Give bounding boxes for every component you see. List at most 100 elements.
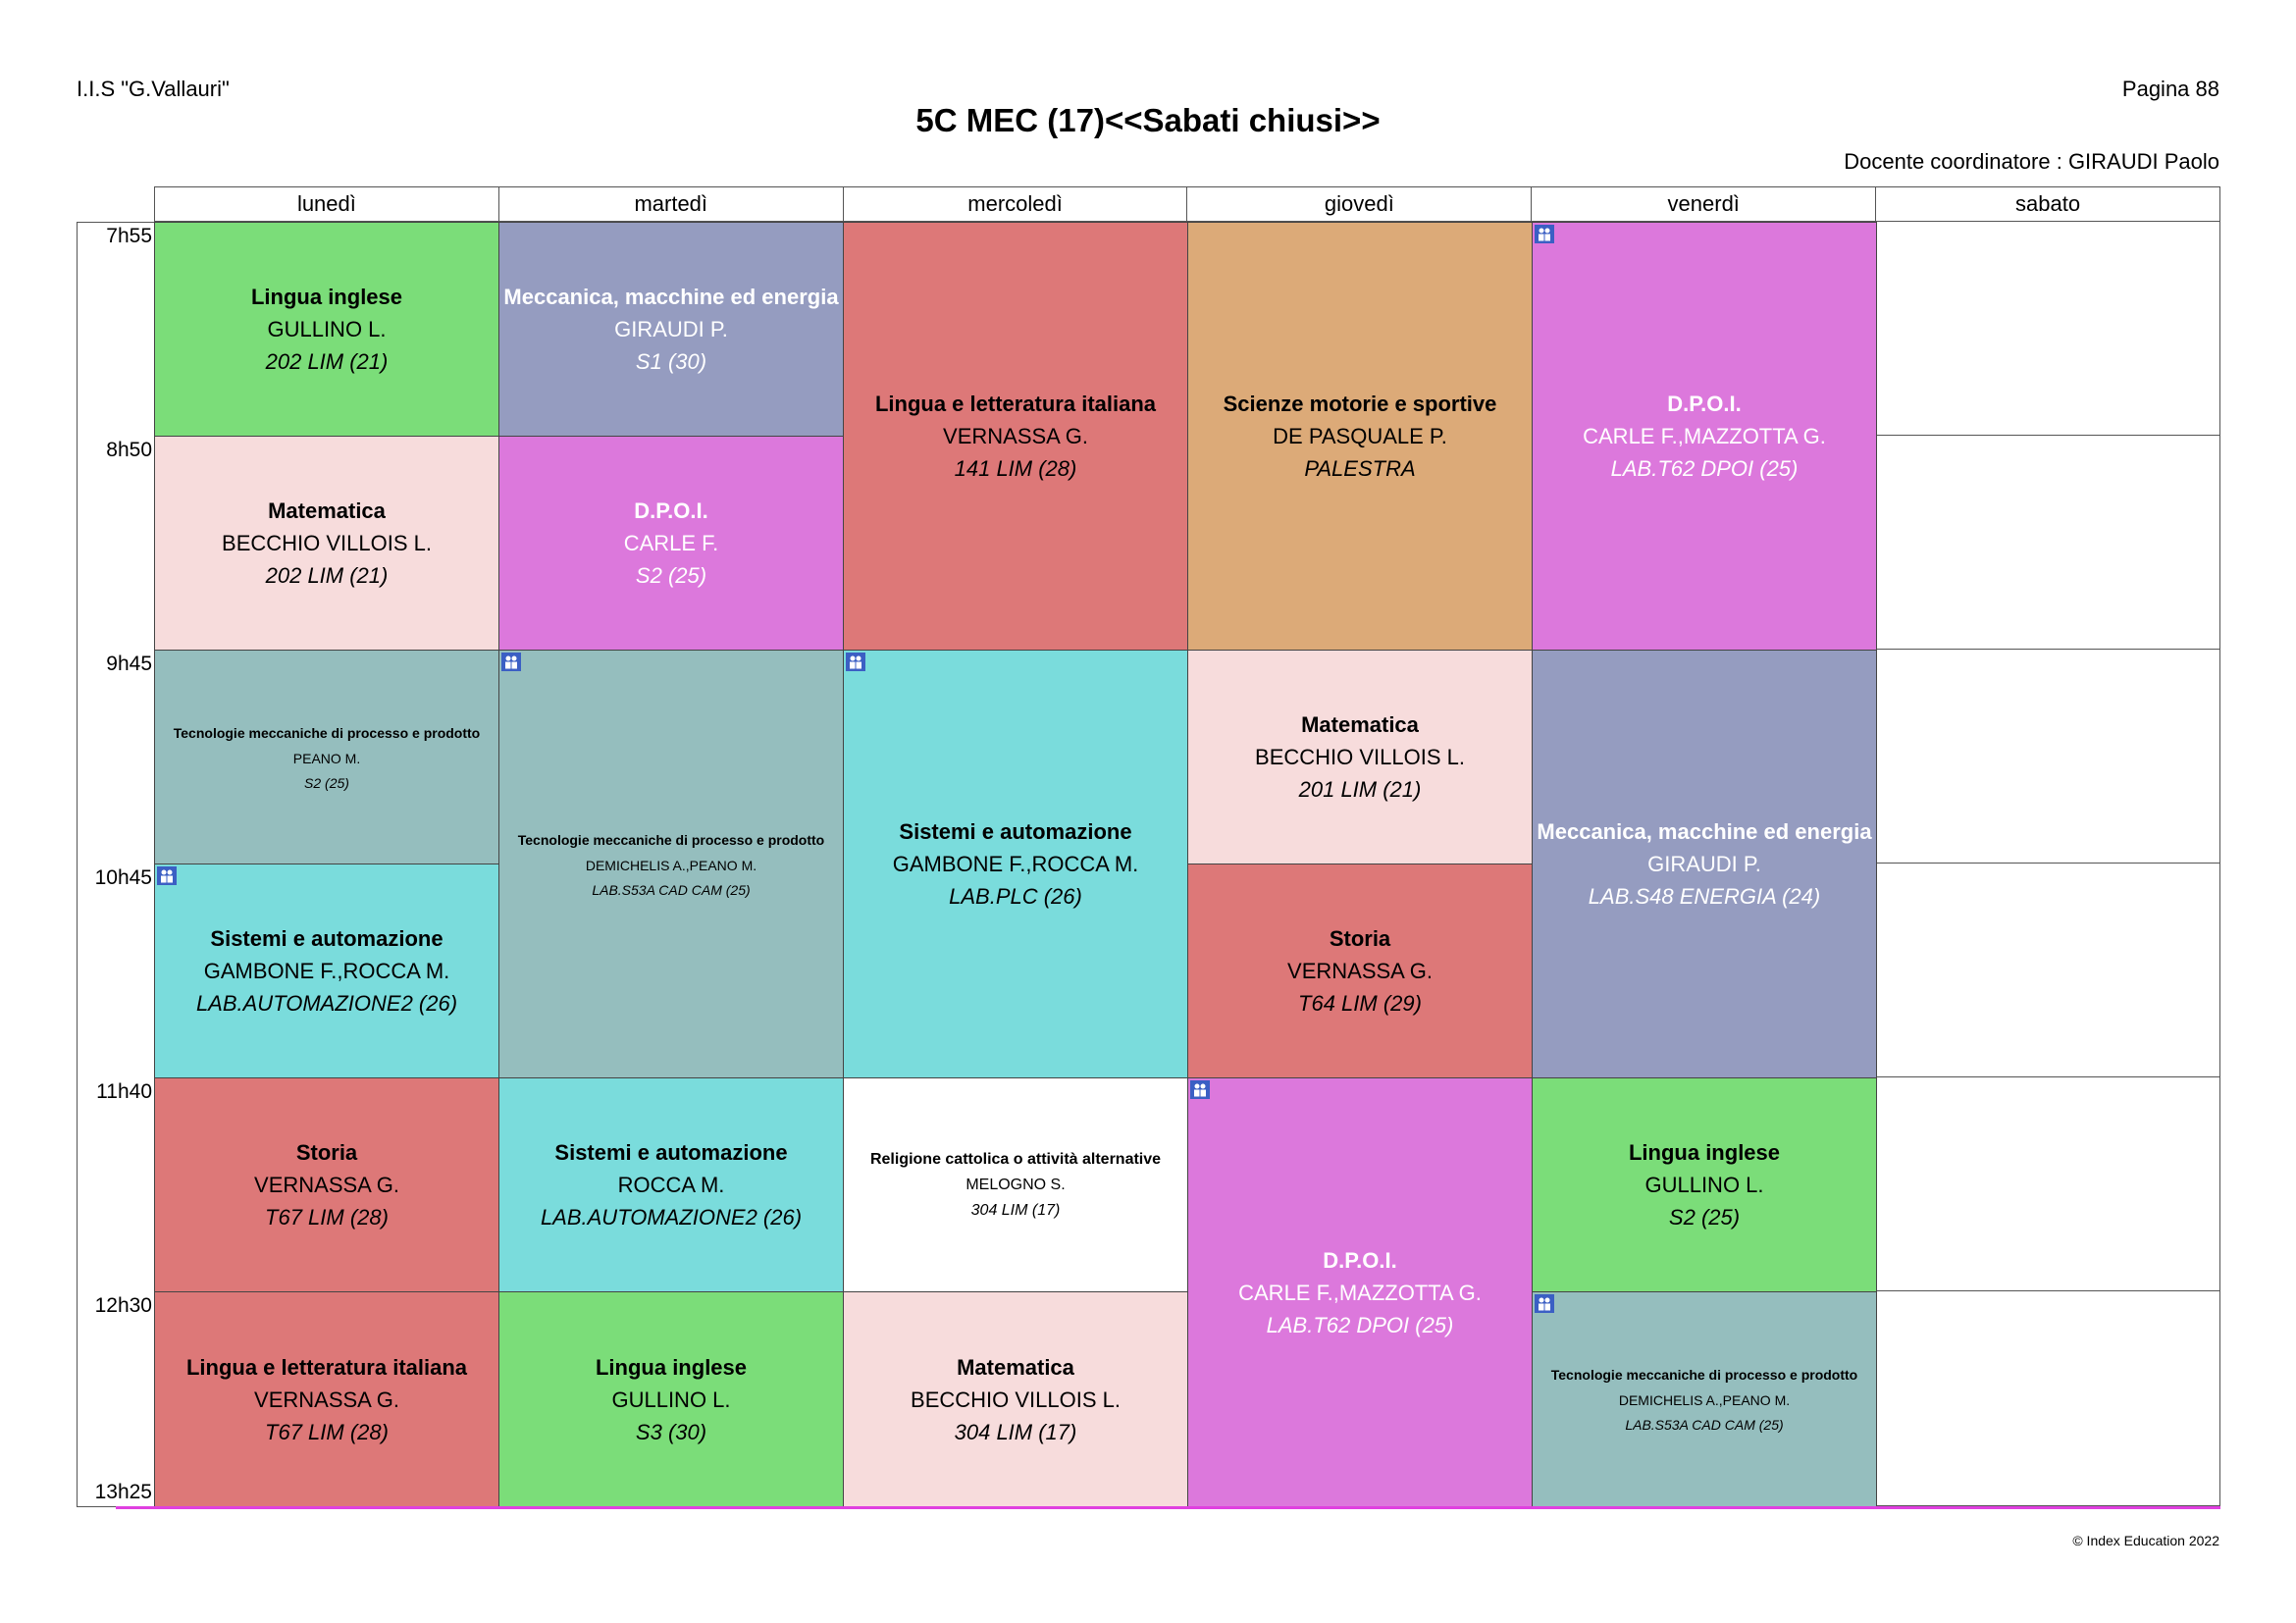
lesson-block[interactable]: Religione cattolica o attività alternati… — [843, 1077, 1188, 1292]
time-label: 9h45 — [106, 653, 152, 675]
lesson-block[interactable]: Scienze motorie e sportive DE PASQUALE P… — [1187, 222, 1533, 651]
time-label: 10h45 — [94, 866, 152, 889]
lesson-room: T64 LIM (29) — [1298, 991, 1422, 1016]
lesson-teacher: GULLINO L. — [611, 1387, 731, 1412]
page-title: 5C MEC (17)<<Sabati chiusi>> — [915, 102, 1381, 138]
lesson-teacher: BECCHIO VILLOIS L. — [911, 1387, 1121, 1412]
lesson-subject: Sistemi e automazione — [899, 819, 1132, 844]
lesson-teacher: CARLE F.,MAZZOTTA G. — [1238, 1280, 1482, 1305]
lesson-room: 141 LIM (28) — [954, 456, 1077, 481]
lesson-subject: Matematica — [268, 498, 386, 523]
lesson-block[interactable]: Matematica BECCHIO VILLOIS L. 304 LIM (1… — [843, 1291, 1188, 1507]
lesson-subject: Lingua inglese — [595, 1354, 748, 1380]
lesson-teacher: DE PASQUALE P. — [1273, 424, 1447, 448]
lesson-room: LAB.T62 DPOI (25) — [1266, 1312, 1454, 1337]
lesson-room: LAB.AUTOMAZIONE2 (26) — [195, 991, 458, 1016]
lesson-block[interactable]: Lingua inglese GULLINO L. S3 (30) — [498, 1291, 844, 1507]
lesson-teacher: VERNASSA G. — [943, 424, 1088, 448]
lesson-room: LAB.S53A CAD CAM (25) — [592, 881, 751, 898]
lesson-block[interactable]: Sistemi e automazione ROCCA M. LAB.AUTOM… — [498, 1077, 844, 1292]
coordinator-label: Docente coordinatore : GIRAUDI Paolo — [1844, 149, 2219, 174]
time-label: 11h40 — [96, 1080, 152, 1103]
time-label: 13h25 — [94, 1481, 152, 1503]
lesson-block[interactable]: Storia VERNASSA G. T67 LIM (28) — [154, 1077, 499, 1292]
group-icon — [1535, 225, 1554, 243]
lesson-teacher: VERNASSA G. — [1287, 959, 1433, 983]
lesson-subject: Lingua e letteratura italiana — [874, 392, 1157, 416]
lesson-block[interactable]: Lingua inglese GULLINO L. S2 (25) — [1532, 1077, 1877, 1292]
lesson-block[interactable]: Storia VERNASSA G. T64 LIM (29) — [1187, 864, 1533, 1078]
school-name: I.I.S "G.Vallauri" — [77, 77, 230, 101]
lesson-room: T67 LIM (28) — [265, 1419, 389, 1444]
lesson-teacher: VERNASSA G. — [254, 1173, 399, 1197]
lesson-block[interactable]: Sistemi e automazione GAMBONE F.,ROCCA M… — [154, 864, 499, 1078]
empty-slot — [1876, 650, 2220, 864]
lesson-teacher: GIRAUDI P. — [1647, 852, 1761, 876]
lesson-room: 202 LIM (21) — [265, 349, 389, 374]
lesson-block[interactable]: Lingua inglese GULLINO L. 202 LIM (21) — [154, 222, 499, 437]
lesson-room: LAB.T62 DPOI (25) — [1610, 456, 1799, 481]
lesson-room: 304 LIM (17) — [954, 1419, 1077, 1444]
lesson-room: 304 LIM (17) — [970, 1201, 1061, 1219]
lesson-teacher: DEMICHELIS A.,PEANO M. — [1618, 1392, 1791, 1408]
lesson-room: 202 LIM (21) — [265, 563, 389, 588]
lesson-subject: Tecnologie meccaniche di processo e prod… — [1550, 1367, 1858, 1383]
day-saturday: sabato — [2015, 191, 2081, 216]
empty-slot — [1876, 1077, 2220, 1291]
lesson-block[interactable]: Tecnologie meccaniche di processo e prod… — [498, 650, 844, 1078]
lesson-room: S3 (30) — [635, 1419, 707, 1444]
time-label: 8h50 — [106, 439, 152, 461]
lesson-teacher: CARLE F.,MAZZOTTA G. — [1583, 424, 1826, 448]
day-thursday: giovedì — [1187, 187, 1533, 221]
lesson-room: PALESTRA — [1304, 456, 1416, 481]
lesson-subject: Storia — [295, 1140, 358, 1165]
lesson-room: LAB.AUTOMAZIONE2 (26) — [540, 1205, 803, 1230]
day-wednesday: mercoledì — [844, 187, 1188, 221]
lesson-block[interactable]: Tecnologie meccaniche di processo e prod… — [154, 650, 499, 864]
lesson-block[interactable]: Meccanica, macchine ed energia GIRAUDI P… — [1532, 650, 1877, 1078]
lesson-subject: D.P.O.I. — [1667, 392, 1742, 416]
lesson-block[interactable]: Matematica BECCHIO VILLOIS L. 202 LIM (2… — [154, 436, 499, 651]
day-tuesday: martedì — [499, 187, 844, 221]
empty-slot — [1876, 222, 2220, 436]
lesson-block[interactable]: Meccanica, macchine ed energia GIRAUDI P… — [498, 222, 844, 437]
lesson-subject: Matematica — [957, 1354, 1074, 1380]
group-icon — [846, 653, 865, 671]
lesson-subject: Sistemi e automazione — [554, 1140, 788, 1165]
lesson-subject: Lingua e letteratura italiana — [185, 1354, 468, 1380]
group-icon — [501, 653, 521, 671]
lesson-subject: Lingua inglese — [1628, 1140, 1781, 1165]
empty-slot — [1876, 436, 2220, 650]
lesson-teacher: BECCHIO VILLOIS L. — [1255, 745, 1465, 769]
lesson-block[interactable]: D.P.O.I. CARLE F.,MAZZOTTA G. LAB.T62 DP… — [1187, 1077, 1533, 1507]
lesson-block[interactable]: Tecnologie meccaniche di processo e prod… — [1532, 1291, 1877, 1507]
page-number: Pagina 88 — [2121, 77, 2219, 101]
lesson-teacher: MELOGNO S. — [965, 1176, 1066, 1193]
lesson-room: LAB.S53A CAD CAM (25) — [1625, 1417, 1784, 1433]
lesson-teacher: GAMBONE F.,ROCCA M. — [892, 852, 1139, 876]
lesson-teacher: BECCHIO VILLOIS L. — [222, 531, 432, 555]
lesson-block[interactable]: D.P.O.I. CARLE F.,MAZZOTTA G. LAB.T62 DP… — [1532, 222, 1877, 651]
lesson-block[interactable]: Lingua e letteratura italiana VERNASSA G… — [843, 222, 1188, 651]
lesson-block[interactable]: D.P.O.I. CARLE F. S2 (25) — [498, 436, 844, 651]
lesson-teacher: CARLE F. — [623, 531, 719, 555]
lesson-subject: Lingua inglese — [250, 285, 403, 309]
lesson-block[interactable]: Matematica BECCHIO VILLOIS L. 201 LIM (2… — [1187, 650, 1533, 864]
lesson-room: S2 (25) — [635, 563, 707, 588]
day-monday: lunedì — [155, 187, 499, 221]
lesson-teacher: GULLINO L. — [267, 317, 387, 341]
lesson-block[interactable]: Sistemi e automazione GAMBONE F.,ROCCA M… — [843, 650, 1188, 1078]
empty-slot — [1876, 864, 2220, 1077]
lesson-room: S1 (30) — [635, 349, 707, 374]
lesson-subject: Scienze motorie e sportive — [1223, 392, 1497, 416]
time-label: 12h30 — [94, 1294, 152, 1317]
lesson-subject: Meccanica, macchine ed energia — [1537, 819, 1872, 844]
lesson-teacher: GAMBONE F.,ROCCA M. — [203, 959, 450, 983]
lesson-subject: Meccanica, macchine ed energia — [503, 285, 839, 309]
lesson-block[interactable]: Lingua e letteratura italiana VERNASSA G… — [154, 1291, 499, 1507]
lesson-room: T67 LIM (28) — [265, 1205, 389, 1230]
lesson-teacher: GIRAUDI P. — [614, 317, 728, 341]
lesson-room: S2 (25) — [304, 774, 349, 791]
copyright-footer: © Index Education 2022 — [2072, 1533, 2219, 1548]
empty-slot — [1876, 1291, 2220, 1506]
